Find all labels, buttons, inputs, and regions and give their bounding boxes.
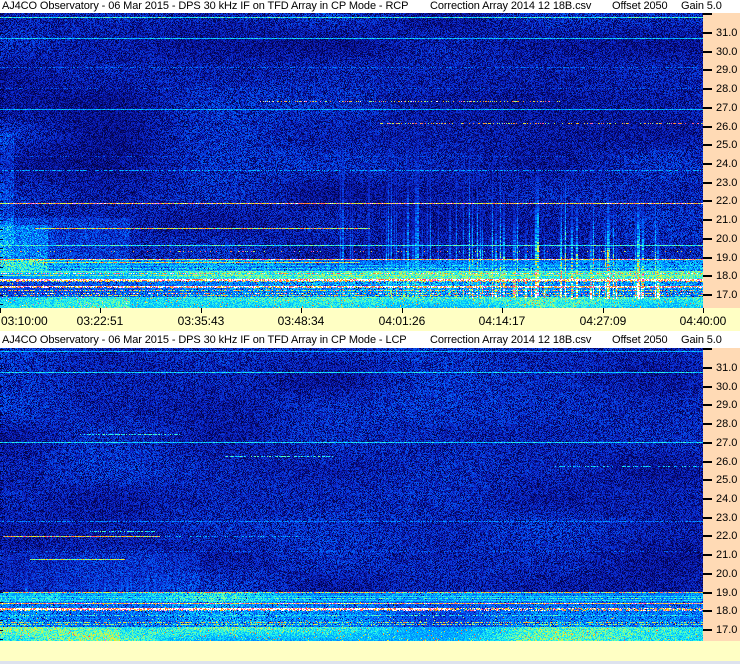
frequency-tick	[703, 69, 712, 71]
frequency-tick-label: 27.0	[716, 102, 738, 114]
panel-title-lcp: AJ4CO Observatory - 06 Mar 2015 - DPS 30…	[2, 334, 407, 346]
frequency-tick-label: 21.0	[716, 549, 738, 561]
frequency-tick-label: 31.0	[716, 362, 738, 374]
frequency-tick	[703, 257, 712, 259]
time-tick-label: 03:22:51	[76, 314, 124, 328]
frequency-tick	[703, 294, 712, 296]
frequency-tick	[703, 275, 712, 277]
frequency-tick-label: 18.0	[716, 270, 738, 282]
frequency-tick	[703, 573, 712, 575]
frequency-tick	[703, 498, 712, 500]
frequency-tick-label: 23.0	[716, 512, 738, 524]
frequency-tick-label: 27.0	[716, 437, 738, 449]
frequency-tick-label: 31.0	[716, 27, 738, 39]
frequency-tick	[703, 13, 712, 15]
time-tick	[100, 308, 101, 313]
frequency-tick	[703, 348, 712, 350]
frequency-tick-label: 29.0	[716, 399, 738, 411]
frequency-tick-label: 28.0	[716, 418, 738, 430]
frequency-tick	[703, 517, 712, 519]
time-tick-label: 04:01:26	[378, 314, 426, 328]
frequency-tick	[703, 442, 712, 444]
time-tick-label: 04:40:00	[679, 314, 727, 328]
frequency-tick	[703, 32, 712, 34]
frequency-tick	[703, 182, 712, 184]
correction-file-label: Correction Array 2014 12 18B.csv	[430, 0, 592, 12]
frequency-tick	[703, 404, 712, 406]
time-tick	[603, 308, 604, 313]
frequency-tick-label: 20.0	[716, 568, 738, 580]
frequency-tick	[703, 592, 712, 594]
offset-label: Offset 2050	[612, 334, 668, 346]
frequency-scale-lcp: 31.0 30.0 29.0 28.0 27.0 26.0 25.0 24.0 23.0 22.0…	[703, 348, 740, 641]
frequency-tick-label: 25.0	[716, 474, 738, 486]
frequency-tick-label: 24.0	[716, 158, 738, 170]
time-tick	[201, 308, 202, 313]
time-tick	[301, 308, 302, 313]
panel-title-bar-lcp: AJ4CO Observatory - 06 Mar 2015 - DPS 30…	[0, 331, 740, 348]
panel-title-rcp: AJ4CO Observatory - 06 Mar 2015 - DPS 30…	[2, 0, 409, 12]
frequency-tick-label: 24.0	[716, 493, 738, 505]
frequency-tick-label: 30.0	[716, 381, 738, 393]
time-axis: 03:10:00 03:22:51 03:35:43 03:48:34 04:01:26…	[0, 308, 740, 331]
time-axis-clipped	[0, 641, 740, 661]
time-tick-label: 04:27:09	[579, 314, 627, 328]
time-tick-label: 03:48:34	[277, 314, 325, 328]
frequency-tick	[703, 51, 712, 53]
frequency-tick	[703, 554, 712, 556]
frequency-tick-label: 23.0	[716, 177, 738, 189]
panel-title-bar-rcp: AJ4CO Observatory - 06 Mar 2015 - DPS 30…	[0, 0, 740, 13]
frequency-tick	[703, 163, 712, 165]
frequency-tick	[703, 200, 712, 202]
frequency-tick	[703, 386, 712, 388]
frequency-tick-label: 21.0	[716, 214, 738, 226]
frequency-tick	[703, 126, 712, 128]
frequency-tick	[703, 88, 712, 90]
frequency-tick	[703, 144, 712, 146]
offset-label: Offset 2050	[612, 0, 668, 12]
frequency-tick	[703, 423, 712, 425]
frequency-tick-label: 19.0	[716, 252, 738, 264]
frequency-tick-label: 28.0	[716, 83, 738, 95]
frequency-tick	[703, 367, 712, 369]
frequency-tick-label: 26.0	[716, 121, 738, 133]
frequency-tick	[703, 610, 712, 612]
time-tick-label: 04:14:17	[478, 314, 526, 328]
frequency-tick-label: 20.0	[716, 233, 738, 245]
frequency-tick-label: 29.0	[716, 64, 738, 76]
frequency-tick-label: 22.0	[716, 530, 738, 542]
frequency-tick	[703, 629, 712, 631]
spectrogram-canvas-lcp	[0, 348, 703, 641]
time-tick	[0, 308, 1, 313]
frequency-tick-label: 17.0	[716, 624, 738, 636]
frequency-tick-label: 17.0	[716, 289, 738, 301]
frequency-tick-label: 18.0	[716, 605, 738, 617]
time-tick	[703, 308, 704, 313]
gain-label: Gain 5.0	[681, 0, 722, 12]
time-tick-label: 03:35:43	[177, 314, 225, 328]
time-tick	[502, 308, 503, 313]
frequency-tick-label: 26.0	[716, 456, 738, 468]
frequency-tick-label: 25.0	[716, 139, 738, 151]
frequency-tick-label: 22.0	[716, 195, 738, 207]
frequency-tick-label: 19.0	[716, 587, 738, 599]
time-tick	[402, 308, 403, 313]
radio-sky-spectrograph-window: AJ4CO Observatory - 06 Mar 2015 - DPS 30…	[0, 0, 740, 664]
frequency-tick	[703, 238, 712, 240]
time-tick-label: 03:10:00	[1, 314, 48, 328]
correction-file-label: Correction Array 2014 12 18B.csv	[430, 334, 592, 346]
frequency-tick-label: 30.0	[716, 46, 738, 58]
frequency-tick	[703, 535, 712, 537]
spectrogram-canvas-rcp	[0, 13, 703, 308]
gain-label: Gain 5.0	[681, 334, 722, 346]
frequency-tick	[703, 107, 712, 109]
frequency-tick	[703, 461, 712, 463]
frequency-tick	[703, 479, 712, 481]
frequency-tick	[703, 219, 712, 221]
frequency-scale-rcp: 31.0 30.0 29.0 28.0 27.0 26.0 25.0 24.0 23.0 22.0…	[703, 13, 740, 308]
